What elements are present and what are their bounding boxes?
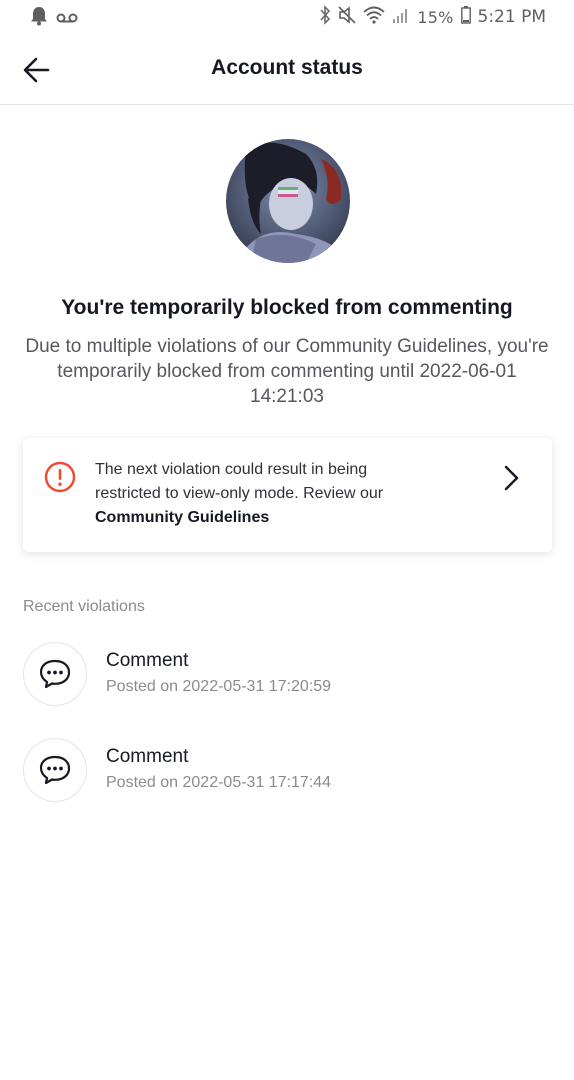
header: Account status	[0, 34, 574, 105]
bell-icon	[30, 6, 48, 30]
wifi-icon	[363, 6, 385, 28]
status-bar-left	[30, 6, 78, 30]
comment-bubble-icon	[23, 738, 87, 802]
violation-type: Comment	[106, 746, 189, 767]
status-bar-right: 15% 5:21 PM	[319, 5, 546, 29]
violation-row[interactable]: Comment Posted on 2022-05-31 17:17:44	[23, 738, 552, 806]
community-guidelines-link[interactable]: Community Guidelines	[95, 509, 269, 526]
page-title: Account status	[211, 56, 363, 79]
recent-violations-label: Recent violations	[23, 598, 145, 615]
violation-row[interactable]: Comment Posted on 2022-05-31 17:20:59	[23, 642, 552, 710]
avatar	[226, 139, 350, 263]
chevron-right-icon	[500, 462, 522, 494]
violation-timestamp: Posted on 2022-05-31 17:17:44	[106, 774, 332, 791]
signal-icon	[392, 6, 410, 28]
alert-circle-icon	[44, 461, 76, 493]
violation-timestamp: Posted on 2022-05-31 17:20:59	[106, 678, 332, 695]
bluetooth-icon	[319, 5, 331, 29]
status-bar: 15% 5:21 PM	[0, 0, 574, 34]
community-guidelines-card[interactable]: The next violation could result in being…	[23, 438, 552, 552]
voicemail-icon	[56, 9, 78, 28]
battery-percent: 15%	[417, 7, 454, 27]
clock: 5:21 PM	[477, 7, 547, 27]
warning-text: The next violation could result in being…	[95, 458, 435, 530]
mute-icon	[338, 6, 356, 28]
battery-icon	[460, 6, 471, 28]
block-description: Due to multiple violations of our Commun…	[25, 336, 549, 407]
violation-type: Comment	[106, 650, 189, 671]
warning-message: The next violation could result in being…	[95, 461, 384, 502]
comment-bubble-icon	[23, 642, 87, 706]
block-title: You're temporarily blocked from commenti…	[61, 296, 513, 319]
